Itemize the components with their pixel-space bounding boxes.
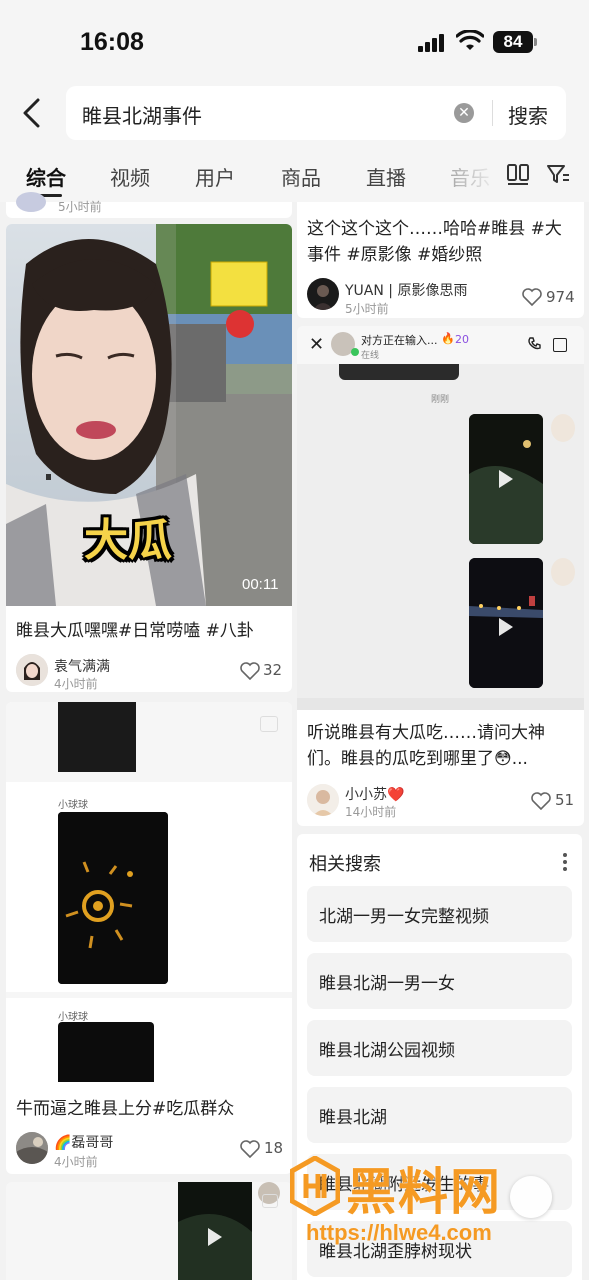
related-search-item[interactable]: 睢县北湖公园视频	[307, 1020, 572, 1076]
sender-name: 小球球	[58, 800, 88, 811]
status-time: 16:08	[80, 28, 144, 56]
search-button[interactable]: 搜索	[508, 100, 548, 129]
avatar	[16, 192, 46, 212]
multi-image-icon	[262, 1194, 278, 1208]
status-bar: 16:08 84	[0, 0, 589, 80]
image-post-card[interactable]: 小球球 小球球 牛而逼之睢县上分#吃瓜群众 🌈磊哥哥 4小时前 18	[6, 702, 292, 1174]
message-bubble	[339, 364, 459, 380]
video-message	[469, 558, 543, 688]
watermark-logo-icon	[290, 1156, 340, 1216]
avatar	[551, 558, 575, 586]
author-name[interactable]: 小小苏❤️	[345, 784, 404, 804]
chat-post-card[interactable]: ✕ 对方正在输入... 🔥 20 在线 刚刚 听说睢县有大瓜吃……请问大神们。睢…	[297, 326, 584, 826]
like-count: 974	[546, 288, 575, 306]
post-time: 5小时前	[345, 302, 389, 316]
avatar	[551, 414, 575, 442]
author-name[interactable]: 🌈磊哥哥	[54, 1132, 113, 1152]
cellular-signal-icon	[418, 34, 446, 52]
phone-icon	[528, 337, 541, 350]
watermark: 黑料网 https://hlwe4.com	[288, 1152, 588, 1252]
chat-screenshot: ✕ 对方正在输入... 🔥 20 在线 刚刚	[297, 326, 584, 710]
post-time: 4小时前	[54, 1155, 98, 1169]
battery-tip	[534, 38, 537, 46]
post-title: 睢县大瓜嘿嘿#日常唠嗑 #八卦	[16, 621, 254, 641]
tab-live[interactable]: 直播	[366, 162, 406, 191]
like-count: 32	[263, 661, 283, 679]
post-time: 5小时前	[58, 200, 102, 214]
related-search-item[interactable]: 睢县北湖	[307, 1087, 572, 1143]
like-count: 51	[555, 791, 575, 809]
video-duration: 00:11	[242, 576, 279, 593]
like-count: 18	[264, 1139, 284, 1157]
post-title: 牛而逼之睢县上分#吃瓜群众	[16, 1099, 235, 1119]
online-dot	[351, 348, 359, 356]
related-search-item[interactable]: 睢县北湖一男一女	[307, 953, 572, 1009]
avatar	[16, 654, 48, 686]
chat-time: 刚刚	[431, 395, 450, 405]
video-overlay-text: 大瓜	[84, 515, 172, 566]
avatar	[16, 1132, 48, 1164]
search-box[interactable]: 睢县北湖事件 ✕ 搜索	[66, 86, 566, 140]
fire-icon: 🔥	[441, 332, 455, 345]
more-icon	[553, 338, 567, 352]
search-divider	[492, 100, 493, 126]
more-vertical-icon[interactable]	[563, 852, 567, 872]
post-image: 小球球 小球球	[6, 702, 292, 1082]
video-message	[469, 414, 543, 544]
clear-icon[interactable]: ✕	[454, 103, 474, 123]
battery-indicator: 84	[493, 31, 533, 53]
heart-icon[interactable]	[522, 288, 542, 306]
sender-name: 小球球	[58, 1012, 88, 1023]
multi-image-icon	[260, 716, 278, 732]
search-input[interactable]: 睢县北湖事件	[82, 100, 202, 129]
chat-footer	[297, 698, 584, 710]
tab-video[interactable]: 视频	[110, 162, 150, 191]
post-title: 听说睢县有大瓜吃……请问大神们。睢县的瓜吃到哪里了😳...	[307, 723, 545, 769]
post-card[interactable]: 这个这个这个……哈哈#睢县 #大事件 #原影像 #婚纱照 YUAN | 原影像思…	[297, 202, 584, 318]
close-icon: ✕	[309, 334, 325, 355]
tab-users[interactable]: 用户	[195, 162, 235, 191]
chat-header-text: 对方正在输入...	[361, 334, 438, 347]
watermark-url: https://hlwe4.com	[306, 1220, 492, 1245]
tab-comprehensive[interactable]: 综合	[26, 162, 66, 191]
tab-fade	[440, 146, 500, 202]
heart-icon[interactable]	[531, 792, 551, 810]
back-arrow-icon[interactable]	[18, 96, 48, 130]
video-post-card[interactable]: 大瓜 00:11 睢县大瓜嘿嘿#日常唠嗑 #八卦 袁气满满 4小时前 32	[6, 224, 292, 692]
layout-toggle-icon[interactable]	[506, 162, 530, 186]
avatar	[307, 278, 339, 310]
tab-products[interactable]: 商品	[281, 162, 321, 191]
video-thumbnail	[178, 1182, 252, 1280]
photo-message	[58, 812, 168, 984]
related-search-item[interactable]: 北湖一男一女完整视频	[307, 886, 572, 942]
watermark-text: 黑料网	[346, 1163, 502, 1221]
filter-icon[interactable]	[546, 162, 570, 186]
wifi-icon	[456, 30, 484, 50]
tab-bar: 综合 视频 用户 商品 直播 音乐	[0, 146, 589, 202]
author-name[interactable]: 袁气满满	[54, 656, 110, 676]
floating-action-button[interactable]	[510, 1176, 552, 1218]
photo-message	[58, 1022, 154, 1082]
video-post-card[interactable]	[6, 1182, 292, 1280]
screenshot-fragment	[58, 702, 136, 772]
chat-header: ✕ 对方正在输入... 🔥 20 在线	[297, 326, 584, 364]
fire-count: 20	[455, 333, 469, 346]
post-title: 这个这个这个……哈哈#睢县 #大事件 #原影像 #婚纱照	[307, 219, 562, 265]
previous-card-stub[interactable]: 5小时前	[6, 192, 292, 218]
post-time: 14小时前	[345, 805, 397, 819]
related-heading: 相关搜索	[309, 854, 381, 875]
heart-icon[interactable]	[240, 1140, 260, 1158]
avatar	[307, 784, 339, 816]
chat-status: 在线	[361, 351, 380, 361]
post-time: 4小时前	[54, 677, 98, 691]
heart-icon[interactable]	[240, 662, 260, 680]
author-name[interactable]: YUAN | 原影像思雨	[345, 280, 467, 300]
